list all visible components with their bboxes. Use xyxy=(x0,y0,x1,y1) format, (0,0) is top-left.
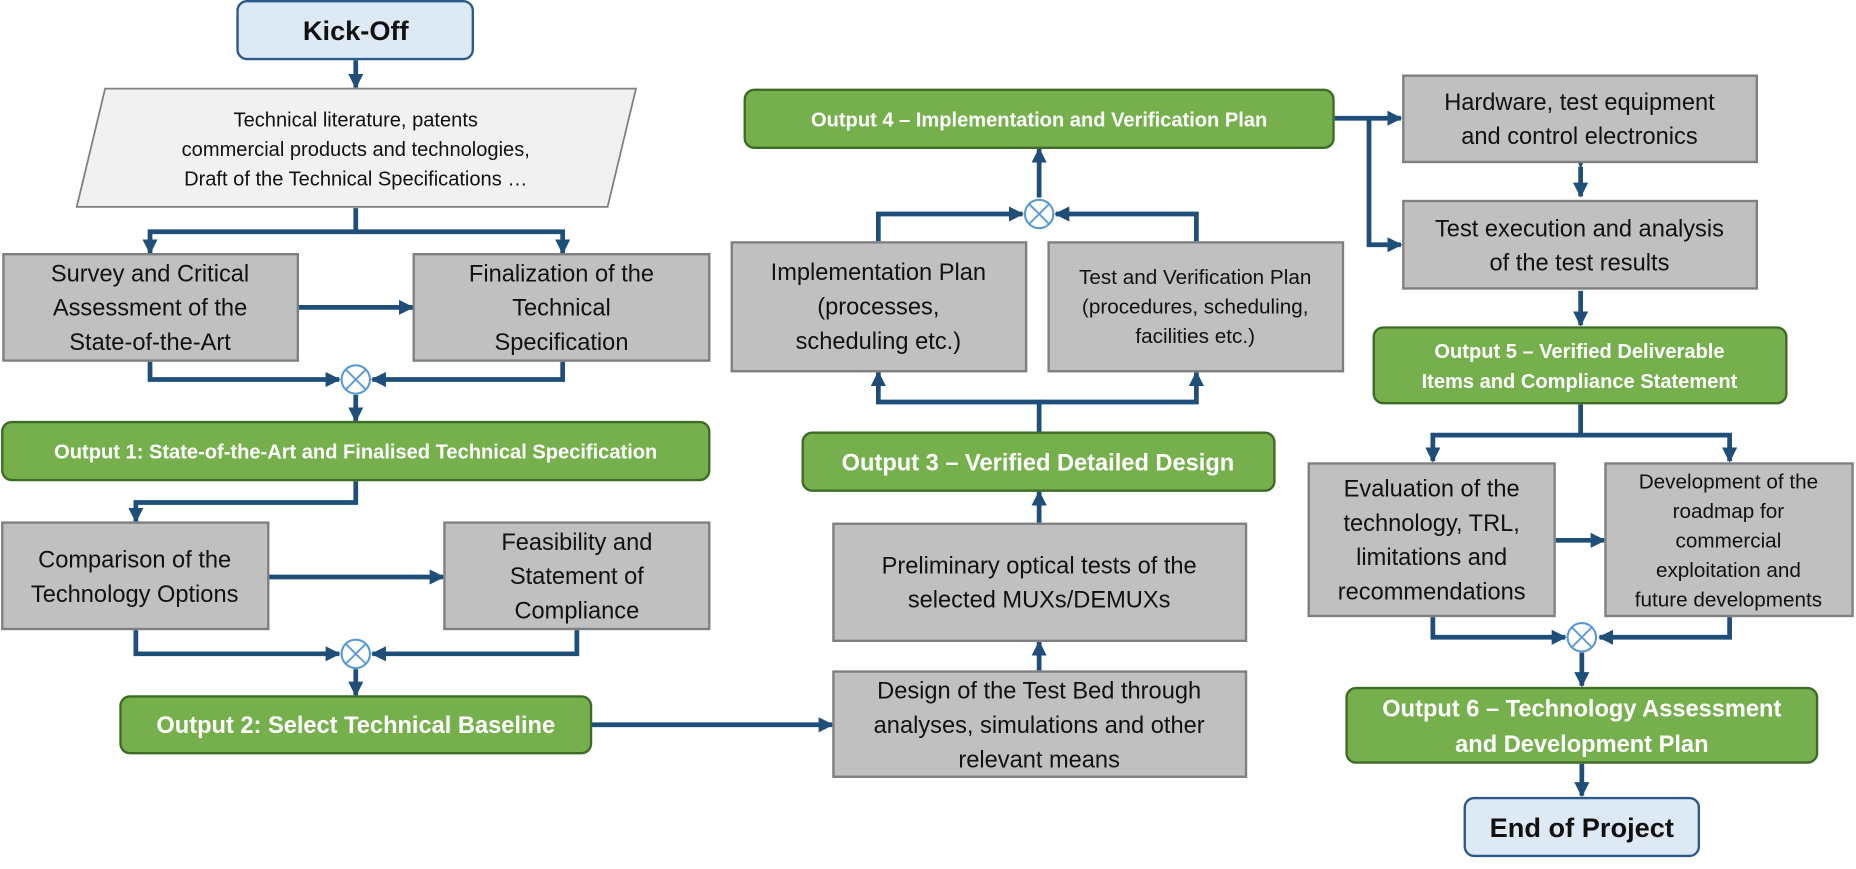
end-label: End of Project xyxy=(1490,812,1674,843)
arrow-survey-junction1 xyxy=(147,361,341,388)
comparison-line-2: Technology Options xyxy=(31,582,239,608)
output2-label: Output 2: Select Technical Baseline xyxy=(156,713,555,739)
hardware-line-1: Hardware, test equipment xyxy=(1444,90,1715,116)
roadmap-line-1: Development of the xyxy=(1639,470,1818,493)
feasibility-line-3: Compliance xyxy=(514,598,639,624)
implementation-line-3: scheduling etc.) xyxy=(796,329,961,355)
feasibility-line-2: Statement of xyxy=(510,564,644,590)
evaluation-node: Evaluation of the technology, TRL, limit… xyxy=(1307,462,1556,618)
end-node: End of Project xyxy=(1463,796,1701,858)
arrow-inputs-finalization xyxy=(355,229,571,255)
comparison-node: Comparison of the Technology Options xyxy=(1,521,270,631)
output5-line-1: Output 5 – Verified Deliverable xyxy=(1434,341,1724,363)
testplan-line-1: Test and Verification Plan xyxy=(1079,266,1311,289)
output4-label: Output 4 – Implementation and Verificati… xyxy=(811,110,1267,132)
arrow-feasibility-junction2 xyxy=(370,630,580,662)
preliminary-line-1: Preliminary optical tests of the xyxy=(882,553,1197,579)
arrow-output3-testplan xyxy=(1039,370,1204,405)
preliminary-line-2: selected MUXs/DEMUXs xyxy=(908,588,1171,614)
finalization-line-3: Specification xyxy=(495,330,629,356)
implementation-line-2: (processes, xyxy=(817,294,939,320)
feasibility-line-1: Feasibility and xyxy=(501,530,652,556)
junction-2 xyxy=(340,638,372,670)
arrow-implementation-junction3 xyxy=(875,206,1025,242)
survey-line-3: State-of-the-Art xyxy=(69,330,231,356)
finalization-line-2: Technical xyxy=(512,296,610,322)
roadmap-node: Development of the roadmap for commercia… xyxy=(1604,462,1854,618)
output1-node: Output 1: State-of-the-Art and Finalised… xyxy=(1,420,711,482)
survey-line-1: Survey and Critical xyxy=(51,261,249,287)
evaluation-line-1: Evaluation of the xyxy=(1344,477,1520,503)
implementation-plan-node: Implementation Plan (processes, scheduli… xyxy=(730,241,1028,373)
testplan-line-3: facilities etc.) xyxy=(1135,325,1255,348)
finalization-node: Finalization of the Technical Specificat… xyxy=(412,253,711,362)
arrow-output4-testexec xyxy=(1366,118,1403,253)
test-execution-node: Test execution and analysis of the test … xyxy=(1402,199,1758,290)
inputs-line-1: Technical literature, patents xyxy=(234,110,478,132)
output2-node: Output 2: Select Technical Baseline xyxy=(119,695,593,755)
junction-4 xyxy=(1566,622,1598,653)
arrow-output1-comparison xyxy=(128,481,359,523)
output5-line-2: Items and Compliance Statement xyxy=(1422,371,1738,393)
roadmap-line-4: exploitation and xyxy=(1656,559,1801,582)
output6-node: Output 6 – Technology Assessment and Dev… xyxy=(1345,686,1819,764)
evaluation-line-3: limitations and xyxy=(1356,545,1507,571)
output3-node: Output 3 – Verified Detailed Design xyxy=(801,431,1276,492)
survey-node: Survey and Critical Assessment of the St… xyxy=(2,253,300,362)
arrow-finalization-junction1 xyxy=(370,361,566,388)
arrow-output5-roadmap xyxy=(1580,432,1738,463)
roadmap-line-5: future developments xyxy=(1635,589,1822,612)
testplan-line-2: (procedures, scheduling, xyxy=(1082,295,1309,318)
kickoff-node: Kick-Off xyxy=(236,0,474,61)
inputs-node: Technical literature, patents commercial… xyxy=(75,87,638,208)
design-line-1: Design of the Test Bed through xyxy=(877,679,1201,705)
output3-label: Output 3 – Verified Detailed Design xyxy=(842,451,1235,477)
evaluation-line-4: recommendations xyxy=(1338,579,1526,605)
design-line-3: relevant means xyxy=(958,747,1120,773)
finalization-line-1: Finalization of the xyxy=(469,261,654,287)
roadmap-line-3: commercial xyxy=(1676,529,1782,552)
hardware-line-2: and control electronics xyxy=(1461,124,1697,150)
testexec-line-1: Test execution and analysis xyxy=(1435,216,1724,242)
arrow-output5-evaluation xyxy=(1425,404,1584,463)
arrow-roadmap-junction4 xyxy=(1598,617,1732,645)
implementation-line-1: Implementation Plan xyxy=(771,260,986,286)
kickoff-label: Kick-Off xyxy=(303,15,410,46)
arrow-evaluation-junction4 xyxy=(1430,617,1567,645)
arrow-comparison-junction2 xyxy=(133,630,341,662)
arrow-testplan-junction3 xyxy=(1054,206,1199,242)
design-line-2: analyses, simulations and other xyxy=(874,713,1205,739)
output6-line-2: and Development Plan xyxy=(1455,732,1708,758)
arrow-inputs-survey xyxy=(142,208,359,255)
junction-3 xyxy=(1023,198,1055,230)
output5-node: Output 5 – Verified Deliverable Items an… xyxy=(1372,326,1788,405)
inputs-line-2: commercial products and technologies, xyxy=(182,139,530,161)
testexec-line-2: of the test results xyxy=(1490,251,1670,277)
design-test-bed-node: Design of the Test Bed through analyses,… xyxy=(832,670,1248,778)
output6-line-1: Output 6 – Technology Assessment xyxy=(1382,696,1781,722)
preliminary-tests-node: Preliminary optical tests of the selecte… xyxy=(832,522,1248,642)
feasibility-node: Feasibility and Statement of Compliance xyxy=(443,521,711,631)
survey-line-2: Assessment of the xyxy=(53,296,247,322)
junction-1 xyxy=(340,364,372,395)
comparison-line-1: Comparison of the xyxy=(38,548,231,574)
inputs-line-3: Draft of the Technical Specifications … xyxy=(184,169,527,191)
test-verification-plan-node: Test and Verification Plan (procedures, … xyxy=(1047,241,1345,373)
hardware-node: Hardware, test equipment and control ele… xyxy=(1402,74,1758,164)
arrow-output3-implementation xyxy=(870,370,1042,432)
evaluation-line-2: technology, TRL, xyxy=(1343,511,1519,537)
workflow-diagram: Kick-Off Technical literature, patents c… xyxy=(1,0,1854,858)
output1-label: Output 1: State-of-the-Art and Finalised… xyxy=(54,442,657,464)
roadmap-line-2: roadmap for xyxy=(1673,500,1785,523)
output4-node: Output 4 – Implementation and Verificati… xyxy=(743,88,1335,149)
